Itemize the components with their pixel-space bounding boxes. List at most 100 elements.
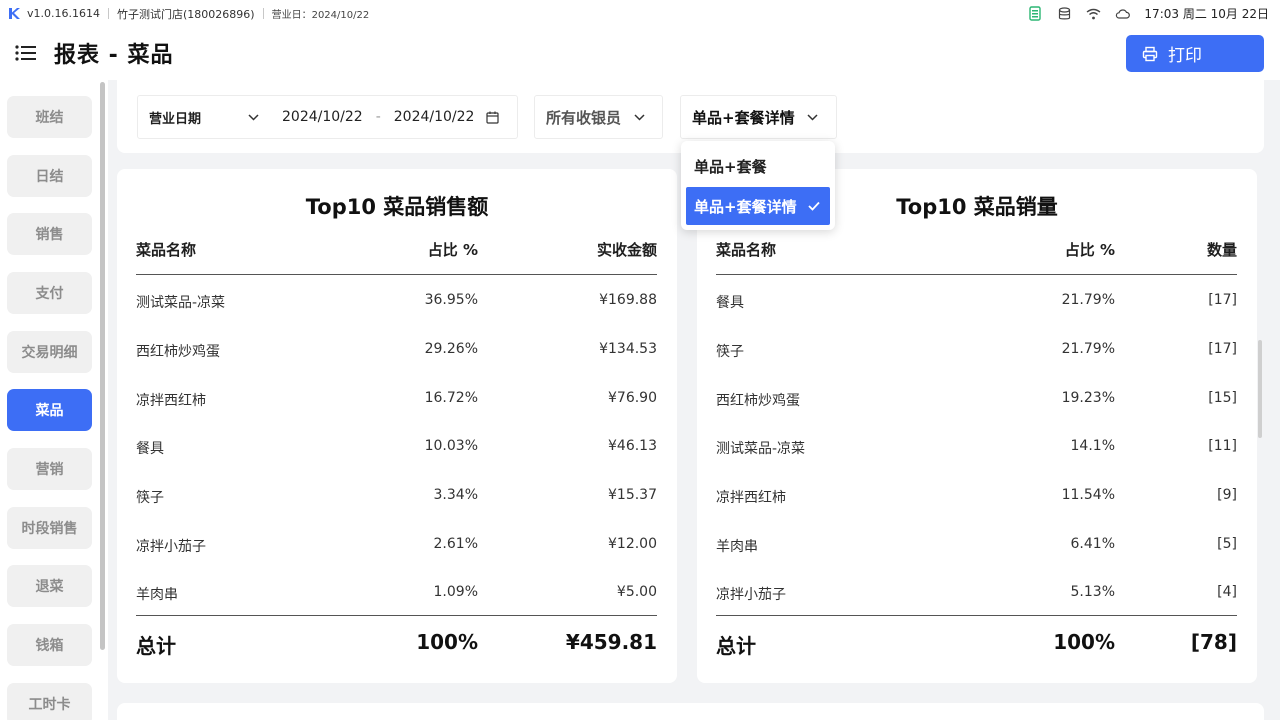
share-percent: 21.79% bbox=[1061, 292, 1115, 308]
sidebar-item-marketing[interactable]: 营销 bbox=[7, 448, 92, 490]
business-date: 营业日：2024/10/22 bbox=[271, 10, 370, 21]
amount: ¥12.00 bbox=[608, 536, 657, 552]
sidebar-item-daily-report[interactable]: 日结 bbox=[7, 155, 92, 197]
clock: 17:03 周二 10月 22日 bbox=[1144, 7, 1269, 21]
print-button[interactable]: 打印 bbox=[1126, 35, 1264, 72]
battery-icon bbox=[1027, 6, 1043, 22]
column-header: 占比 % bbox=[427, 241, 478, 259]
dropdown-option-selected[interactable]: 单品+套餐详情 bbox=[686, 187, 830, 225]
sidebar-item-timecard[interactable]: 工时卡 bbox=[7, 683, 92, 720]
sidebar-item-dishes[interactable]: 菜品 bbox=[7, 389, 92, 431]
date-type-select[interactable]: 营业日期 bbox=[149, 108, 247, 127]
share-percent: 11.54% bbox=[1061, 487, 1115, 503]
total-label: 总计 bbox=[716, 634, 756, 658]
sidebar-item-hourly-sales[interactable]: 时段销售 bbox=[7, 507, 92, 549]
sidebar-item-returns[interactable]: 退菜 bbox=[7, 565, 92, 607]
sidebar-item-payment[interactable]: 支付 bbox=[7, 272, 92, 314]
divider bbox=[108, 8, 109, 19]
app-logo-icon bbox=[7, 7, 21, 21]
content-scrollbar[interactable] bbox=[1258, 340, 1262, 438]
dish-name: 羊肉串 bbox=[136, 587, 178, 603]
table-row: 凉拌小茄子 2.61% ¥12.00 bbox=[136, 519, 657, 567]
dish-name: 凉拌小茄子 bbox=[716, 587, 786, 603]
table-row: 羊肉串 1.09% ¥5.00 bbox=[136, 567, 657, 615]
amount: ¥169.88 bbox=[599, 292, 657, 308]
table-row: 凉拌西红柿 11.54% [9] bbox=[716, 470, 1237, 518]
menu-icon[interactable] bbox=[14, 42, 38, 64]
quantity: [15] bbox=[1208, 390, 1237, 406]
calendar-icon[interactable] bbox=[486, 110, 500, 124]
date-end-input[interactable]: 2024/10/22 bbox=[394, 109, 475, 125]
column-header: 菜品名称 bbox=[136, 241, 197, 259]
detail-mode-select[interactable]: 单品+套餐详情 bbox=[680, 95, 837, 139]
amount: ¥15.37 bbox=[608, 487, 657, 503]
table-header: 菜品名称 占比 % 实收金额 bbox=[136, 239, 657, 275]
share-percent: 6.41% bbox=[1070, 536, 1115, 552]
sidebar-item-sales[interactable]: 销售 bbox=[7, 213, 92, 255]
store-name: 竹子测试门店(180026896) bbox=[117, 7, 255, 21]
share-percent: 19.23% bbox=[1061, 390, 1115, 406]
sidebar-scrollbar[interactable] bbox=[100, 82, 105, 650]
app-version: v1.0.16.1614 bbox=[27, 7, 100, 20]
share-percent: 1.09% bbox=[433, 584, 478, 600]
divider bbox=[262, 8, 264, 19]
total-label: 总计 bbox=[136, 634, 176, 658]
wifi-icon bbox=[1085, 6, 1101, 22]
share-percent: 21.79% bbox=[1061, 341, 1115, 357]
table-row: 羊肉串 6.41% [5] bbox=[716, 519, 1237, 567]
share-percent: 14.1% bbox=[1070, 438, 1115, 454]
quantity: [9] bbox=[1217, 487, 1237, 503]
amount: ¥76.90 bbox=[608, 390, 657, 406]
table-row: 西红柿炒鸡蛋 19.23% [15] bbox=[716, 373, 1237, 421]
cloud-icon bbox=[1114, 6, 1130, 22]
dish-name: 西红柿炒鸡蛋 bbox=[716, 393, 800, 409]
dish-name: 餐具 bbox=[136, 441, 164, 457]
printer-icon bbox=[1142, 45, 1160, 63]
dish-name: 筷子 bbox=[136, 490, 164, 506]
sidebar-item-cash-drawer[interactable]: 钱箱 bbox=[7, 624, 92, 666]
page-title: 报表 - 菜品 bbox=[54, 43, 174, 68]
cashier-select-value: 所有收银员 bbox=[546, 108, 622, 127]
dish-name: 西红柿炒鸡蛋 bbox=[136, 344, 220, 360]
page-header: 报表 - 菜品 打印 bbox=[0, 27, 1280, 80]
date-start-input[interactable]: 2024/10/22 bbox=[282, 109, 363, 125]
dish-name: 凉拌西红柿 bbox=[716, 490, 786, 506]
dish-name: 测试菜品-凉菜 bbox=[716, 441, 806, 457]
dropdown-option-label: 单品+套餐详情 bbox=[694, 197, 797, 216]
total-quantity: [78] bbox=[1190, 630, 1237, 654]
sidebar-item-transactions[interactable]: 交易明细 bbox=[7, 331, 92, 373]
status-icons: 17:03 周二 10月 22日 bbox=[1014, 0, 1269, 27]
sidebar-item-shift-report[interactable]: 班结 bbox=[7, 96, 92, 138]
print-button-label: 打印 bbox=[1168, 46, 1202, 66]
table-row: 凉拌小茄子 5.13% [4] bbox=[716, 567, 1237, 615]
dish-name: 餐具 bbox=[716, 295, 744, 311]
sidebar: 班结 日结 销售 支付 交易明细 菜品 营销 时段销售 退菜 钱箱 工时卡 bbox=[0, 80, 108, 720]
table-row: 筷子 3.34% ¥15.37 bbox=[136, 470, 657, 518]
share-percent: 36.95% bbox=[424, 292, 478, 308]
table-row: 餐具 21.79% [17] bbox=[716, 275, 1237, 323]
share-percent: 2.61% bbox=[433, 536, 478, 552]
dropdown-option[interactable]: 单品+套餐 bbox=[686, 147, 830, 185]
date-range-separator: - bbox=[375, 109, 381, 125]
dish-name: 凉拌西红柿 bbox=[136, 393, 206, 409]
quantity: [5] bbox=[1217, 536, 1237, 552]
storage-icon bbox=[1056, 6, 1072, 22]
table-header: 菜品名称 占比 % 数量 bbox=[716, 239, 1237, 275]
quantity: [17] bbox=[1208, 292, 1237, 308]
chevron-down-icon[interactable] bbox=[247, 111, 259, 123]
quantity: [17] bbox=[1208, 341, 1237, 357]
chevron-down-icon bbox=[633, 111, 645, 123]
cashier-select[interactable]: 所有收银员 bbox=[534, 95, 663, 139]
column-header: 实收金额 bbox=[596, 241, 657, 259]
share-percent: 16.72% bbox=[424, 390, 478, 406]
table-row: 西红柿炒鸡蛋 29.26% ¥134.53 bbox=[136, 324, 657, 372]
quantity: [11] bbox=[1208, 438, 1237, 454]
table-total-row: 总计 100% [78] bbox=[716, 615, 1237, 665]
next-card-edge bbox=[117, 703, 1264, 720]
share-percent: 10.03% bbox=[424, 438, 478, 454]
top10-quantity-card: Top10 菜品销量 菜品名称 占比 % 数量 餐具 21.79% [17] 筷… bbox=[697, 169, 1257, 683]
table-row: 凉拌西红柿 16.72% ¥76.90 bbox=[136, 373, 657, 421]
card-title: Top10 菜品销售额 bbox=[305, 195, 489, 219]
dish-name: 凉拌小茄子 bbox=[136, 539, 206, 555]
table-row: 筷子 21.79% [17] bbox=[716, 324, 1237, 372]
